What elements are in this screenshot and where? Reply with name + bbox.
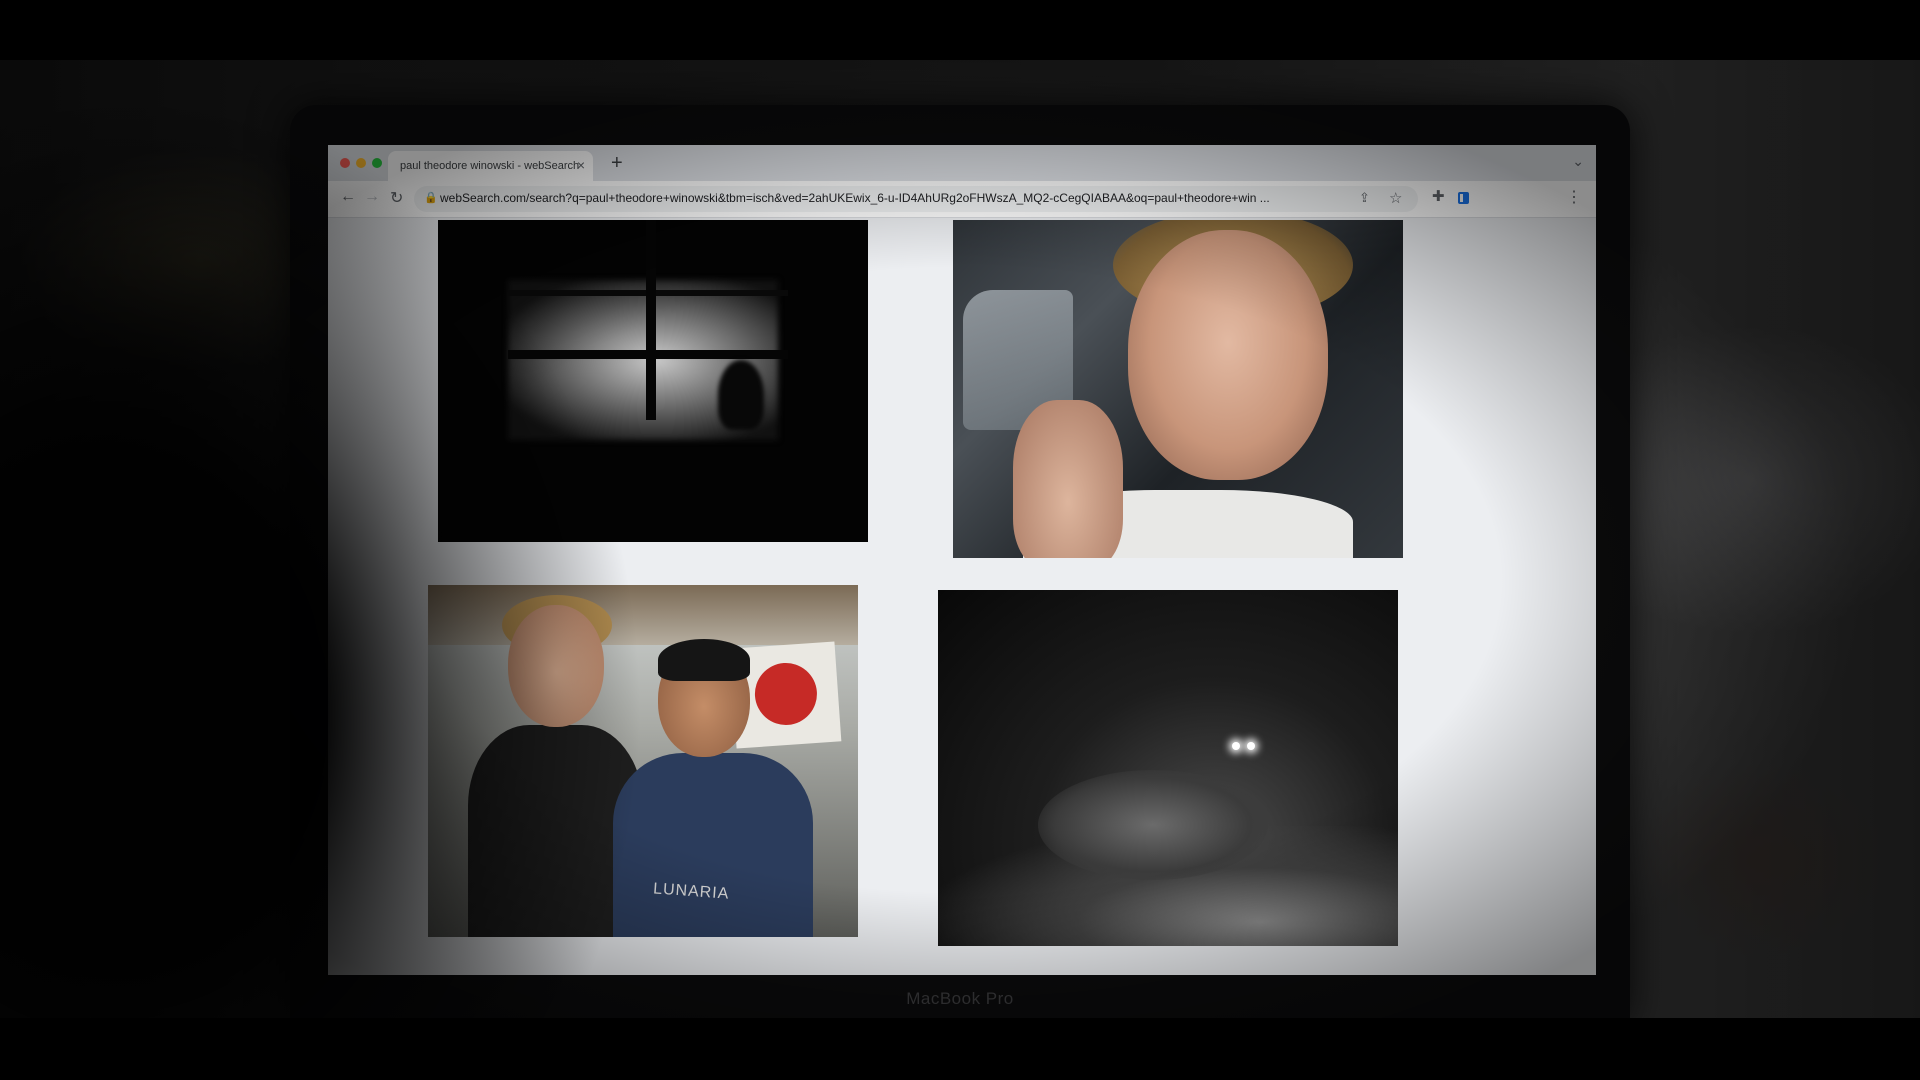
chevron-down-icon[interactable]: ⌄ <box>1572 153 1584 170</box>
face <box>1128 230 1328 480</box>
head-left <box>508 605 604 727</box>
coyote-eye-left <box>1232 742 1240 750</box>
new-tab-button[interactable]: + <box>611 152 623 175</box>
close-window-button[interactable] <box>340 158 350 168</box>
forward-arrow-icon[interactable]: → <box>364 188 380 206</box>
coyote-eye-right <box>1247 742 1255 750</box>
url-text[interactable]: webSearch.com/search?q=paul+theodore+win… <box>440 191 1360 205</box>
laptop: paul theodore winowski - webSearch × + ⌄… <box>290 105 1630 1025</box>
person-right: LUNARIA <box>613 639 813 937</box>
image-results-grid: LUNARIA <box>328 218 1596 975</box>
side-panel-icon[interactable] <box>1458 192 1469 204</box>
peace-sign-hand <box>1013 400 1123 558</box>
browser-window: paul theodore winowski - webSearch × + ⌄… <box>328 145 1596 975</box>
tab-active[interactable]: paul theodore winowski - webSearch × <box>388 151 593 181</box>
letterbox-top <box>0 0 1920 60</box>
browser-toolbar: ← → ↻ 🔒 webSearch.com/search?q=paul+theo… <box>328 181 1596 218</box>
coyote <box>1038 770 1268 880</box>
maximize-window-button[interactable] <box>372 158 382 168</box>
window-frame-vertical <box>646 220 656 420</box>
tab-close-icon[interactable]: × <box>577 157 585 173</box>
tab-bar: paul theodore winowski - webSearch × + ⌄ <box>328 145 1596 181</box>
tab-title: paul theodore winowski - webSearch <box>400 160 580 172</box>
device-label: MacBook Pro <box>906 989 1014 1008</box>
extensions-puzzle-icon[interactable]: ✚ <box>1432 187 1445 205</box>
share-icon[interactable]: ⇪ <box>1359 190 1370 206</box>
apron-text: LUNARIA <box>652 880 730 903</box>
reload-icon[interactable]: ↻ <box>390 188 403 208</box>
car-selfie-image[interactable] <box>953 220 1403 558</box>
lock-icon[interactable]: 🔒 <box>424 191 438 204</box>
address-bar[interactable]: 🔒 webSearch.com/search?q=paul+theodore+w… <box>414 186 1418 212</box>
hair-right <box>658 639 750 681</box>
minimize-window-button[interactable] <box>356 158 366 168</box>
window-shadow-image[interactable] <box>438 220 868 542</box>
kebab-menu-icon[interactable]: ⋮ <box>1566 187 1582 207</box>
night-coyote-image[interactable] <box>938 590 1398 946</box>
two-men-aprons-image[interactable]: LUNARIA <box>428 585 858 937</box>
letterbox-bottom <box>0 1018 1920 1080</box>
star-icon[interactable]: ☆ <box>1389 189 1402 207</box>
shadow-figure <box>718 360 764 430</box>
jacket-right: LUNARIA <box>613 753 813 937</box>
back-arrow-icon[interactable]: ← <box>340 188 356 206</box>
